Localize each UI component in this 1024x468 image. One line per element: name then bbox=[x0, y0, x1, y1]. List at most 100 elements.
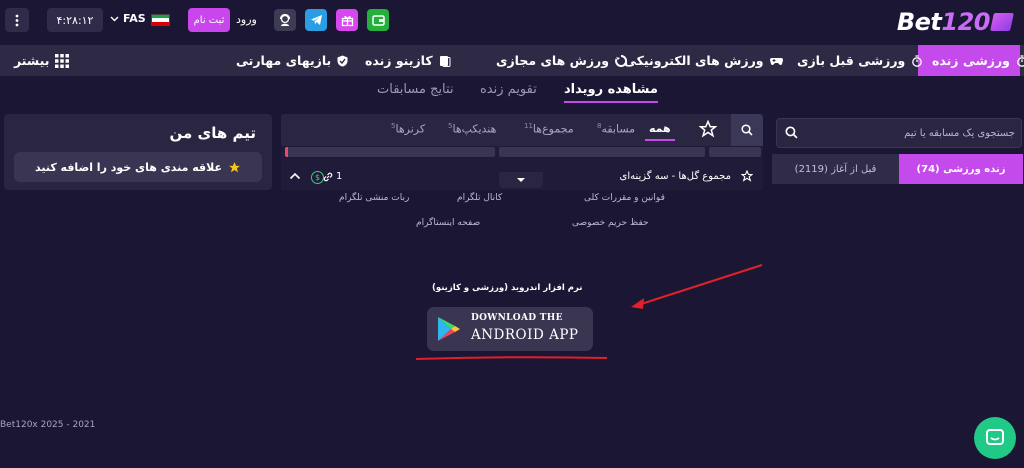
language-label: FAS bbox=[123, 12, 146, 25]
cards-icon bbox=[439, 55, 451, 67]
main-nav: ورزشی زنده ورزشی قبل بازی ورزش های الکتر… bbox=[0, 45, 1024, 76]
nav-virtual-sports[interactable]: ورزش های مجازی bbox=[496, 45, 628, 76]
nav-item-label: کازینو زنده bbox=[365, 53, 433, 68]
caret-down-icon bbox=[517, 178, 525, 182]
wallet-button[interactable] bbox=[367, 9, 389, 31]
nav-live-sports[interactable]: ورزشی زنده bbox=[918, 45, 1024, 76]
sub-tabs: مشاهده رویداد تقویم زنده نتایج مسابقات bbox=[0, 78, 1024, 108]
nav-more-label: بیشتر bbox=[14, 53, 50, 68]
sports-sidebar: زنده ورزشی (74) قبل از آغاز (2119) bbox=[772, 114, 1024, 190]
google-play-icon bbox=[438, 317, 460, 341]
tab-totals-label: مجموع‌ها bbox=[532, 122, 574, 136]
iran-flag-icon[interactable] bbox=[151, 14, 170, 26]
copyright: Bet120x 2025 - 2021 bbox=[0, 420, 96, 430]
progress-bar bbox=[499, 147, 705, 157]
app-button-line2: ANDROID APP bbox=[471, 327, 579, 343]
annotation-underline bbox=[415, 356, 608, 360]
app-button-line1: DOWNLOAD THE bbox=[471, 313, 563, 323]
support-button[interactable] bbox=[274, 9, 296, 31]
grid-icon bbox=[55, 53, 70, 68]
nav-esports[interactable]: ورزش های الکترونیکی bbox=[624, 45, 783, 76]
my-teams-title: تیم های من bbox=[169, 124, 256, 142]
kebab-menu-icon bbox=[15, 14, 19, 26]
cashout-icon: $ bbox=[311, 171, 324, 184]
annotation-arrow bbox=[637, 264, 763, 306]
logo[interactable]: Bet 120 bbox=[896, 8, 1014, 36]
tab-match[interactable]: 8مسابقه bbox=[597, 122, 635, 136]
clock: ۴:۲۸:۱۲ bbox=[47, 8, 103, 32]
star-icon bbox=[229, 161, 240, 172]
android-app-label: نرم افزار اندروید (ورزشی و کازینو) bbox=[432, 283, 583, 293]
nav-prematch[interactable]: ورزشی قبل بازی bbox=[797, 45, 923, 76]
markets-panel: همه 8مسابقه 11مجموع‌ها 5هندیکپ‌ها 5کرنره… bbox=[281, 114, 763, 190]
tab-event-view[interactable]: مشاهده رویداد bbox=[564, 82, 658, 103]
expand-dropdown[interactable] bbox=[499, 172, 543, 188]
language-selector[interactable]: FAS bbox=[110, 12, 146, 25]
footer-link-instagram[interactable]: صفحه اینستاگرام bbox=[416, 218, 480, 228]
progress-bar bbox=[709, 147, 761, 157]
shield-icon bbox=[337, 55, 348, 66]
tab-handicaps-label: هندیکپ‌ها bbox=[452, 122, 497, 136]
telegram-button[interactable] bbox=[305, 9, 327, 31]
virtual-sports-icon bbox=[615, 54, 628, 67]
favorites-star-icon[interactable] bbox=[699, 120, 717, 138]
gift-button[interactable] bbox=[336, 9, 358, 31]
tab-totals[interactable]: 11مجموع‌ها bbox=[524, 122, 574, 136]
nav-item-label: ورزشی قبل بازی bbox=[797, 53, 906, 68]
progress-bars bbox=[285, 147, 761, 159]
page: Bet 120 ورود ثبت نام FAS ۴:۲۸:۱۲ ورزشی ز… bbox=[0, 0, 1024, 468]
annotation-arrowhead bbox=[631, 298, 644, 309]
tab-live-sports[interactable]: زنده ورزشی (74) bbox=[899, 154, 1023, 184]
tab-all-label: همه bbox=[649, 122, 671, 135]
nav-skill-games[interactable]: بازیهای مهارتی bbox=[236, 45, 348, 76]
market-search-button[interactable] bbox=[731, 114, 763, 146]
logo-text: Bet bbox=[896, 8, 942, 36]
nav-item-label: ورزش های مجازی bbox=[496, 53, 610, 68]
stopwatch-icon bbox=[1017, 54, 1024, 67]
footer-link-telegram-channel[interactable]: کانال تلگرام bbox=[457, 193, 502, 203]
footer-link-terms[interactable]: قوانین و مقررات کلی bbox=[584, 193, 665, 203]
market-count-value: 1 bbox=[336, 171, 343, 182]
gift-icon bbox=[341, 15, 353, 26]
market-tabs-header: همه 8مسابقه 11مجموع‌ها 5هندیکپ‌ها 5کرنره… bbox=[281, 114, 763, 146]
chevron-down-icon bbox=[110, 16, 119, 21]
wallet-icon bbox=[371, 15, 385, 26]
nav-item-label: ورزشی زنده bbox=[932, 53, 1010, 68]
logo-number: 120 bbox=[941, 8, 990, 36]
login-link[interactable]: ورود bbox=[236, 13, 257, 26]
chat-button[interactable] bbox=[974, 417, 1016, 459]
tab-live-calendar[interactable]: تقویم زنده bbox=[480, 82, 537, 97]
telegram-icon bbox=[310, 15, 322, 25]
team-search-input[interactable] bbox=[805, 119, 1015, 147]
gamepad-icon bbox=[769, 57, 783, 65]
footer-link-telegram-bot[interactable]: ربات منشی تلگرام bbox=[339, 193, 409, 203]
search-icon bbox=[741, 124, 753, 136]
download-android-app-button[interactable]: DOWNLOAD THE ANDROID APP bbox=[427, 307, 593, 351]
tab-all[interactable]: همه bbox=[645, 122, 675, 141]
tab-results[interactable]: نتایج مسابقات bbox=[377, 82, 454, 97]
tab-count: 11 bbox=[524, 122, 533, 130]
star-outline-icon[interactable] bbox=[741, 170, 753, 182]
logo-x-icon bbox=[990, 13, 1014, 31]
add-favorites-label: علاقه مندی های خود را اضافه کنید bbox=[35, 160, 222, 174]
tab-match-label: مسابقه bbox=[601, 122, 636, 136]
chevron-up-icon[interactable] bbox=[289, 172, 301, 180]
market-title: مجموع گل‌ها - سه گزینه‌ای bbox=[619, 171, 732, 182]
tab-handicaps[interactable]: 5هندیکپ‌ها bbox=[448, 122, 496, 136]
add-favorites-button[interactable]: علاقه مندی های خود را اضافه کنید bbox=[14, 152, 262, 182]
tab-corners[interactable]: 5کرنرها bbox=[391, 122, 425, 136]
team-search-box[interactable] bbox=[776, 118, 1022, 148]
nav-more[interactable]: بیشتر bbox=[14, 45, 70, 76]
support-agent-icon bbox=[279, 13, 291, 26]
market-count: 1 bbox=[323, 171, 342, 182]
progress-bar bbox=[285, 147, 495, 157]
chat-icon bbox=[986, 429, 1004, 445]
nav-live-casino[interactable]: کازینو زنده bbox=[365, 45, 451, 76]
timer-icon bbox=[912, 54, 923, 67]
nav-item-label: بازیهای مهارتی bbox=[236, 53, 332, 68]
signup-button[interactable]: ثبت نام bbox=[188, 8, 230, 32]
menu-button[interactable] bbox=[5, 8, 29, 32]
tab-prematch[interactable]: قبل از آغاز (2119) bbox=[772, 154, 899, 184]
my-teams-panel: تیم های من علاقه مندی های خود را اضافه ک… bbox=[4, 114, 272, 190]
footer-link-privacy[interactable]: حفظ حریم خصوصی bbox=[572, 218, 649, 228]
